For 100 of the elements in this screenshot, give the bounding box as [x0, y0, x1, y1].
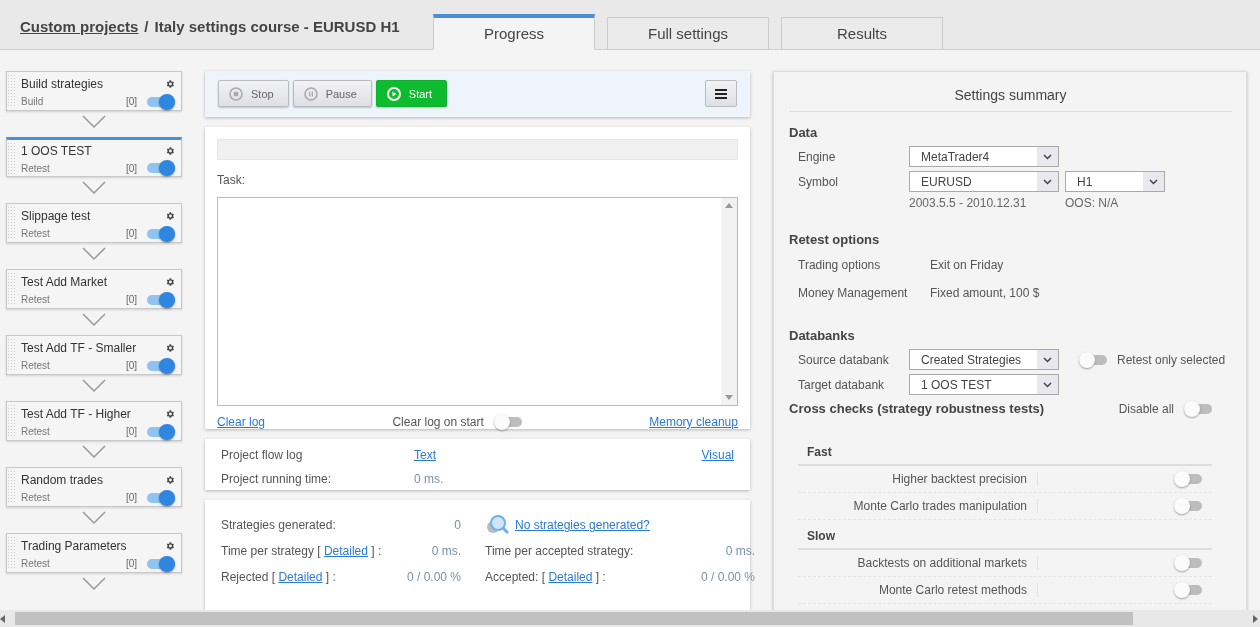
stat-label: Accepted: [ Detailed ] :	[485, 570, 606, 585]
visual-link[interactable]: Visual	[701, 447, 734, 467]
tab[interactable]: Progress	[433, 14, 595, 50]
settings-icon[interactable]	[165, 276, 175, 287]
task-count: [0]	[125, 162, 137, 174]
stat-value: 0 ms.	[725, 544, 755, 559]
task-count: [0]	[125, 558, 137, 570]
task-card[interactable]: Slippage test Retest [0]	[6, 203, 182, 243]
play-icon	[386, 86, 401, 101]
task-count: [0]	[125, 360, 137, 372]
scroll-down-icon[interactable]	[725, 394, 733, 400]
task-label: Task:	[217, 172, 246, 187]
task-name: Trading Parameters	[21, 538, 127, 553]
scroll-right-icon[interactable]	[1253, 614, 1258, 623]
settings-icon[interactable]	[165, 78, 175, 89]
detailed-link[interactable]: Detailed	[548, 570, 593, 585]
task-type: Retest	[21, 492, 50, 504]
scroll-left-icon[interactable]	[0, 614, 5, 623]
settings-icon[interactable]	[165, 146, 175, 157]
task-card[interactable]: Build strategies Build [0]	[6, 71, 182, 111]
memory-cleanup-link[interactable]: Memory cleanup	[649, 414, 738, 429]
toggle-switch[interactable]	[147, 228, 175, 239]
stat-label: Rejected [ Detailed ] :	[221, 570, 336, 585]
task-type: Retest	[21, 228, 50, 240]
toggle-switch[interactable]	[147, 96, 175, 107]
summary-title: Settings summary	[789, 72, 1232, 112]
target-databank-select[interactable]: 1 OOS TEST	[909, 374, 1059, 395]
caret-icon	[1037, 147, 1058, 166]
toggle-switch[interactable]	[147, 163, 175, 174]
tab[interactable]: Results	[781, 17, 943, 50]
clear-log-link[interactable]: Clear log	[217, 414, 266, 429]
task-card[interactable]: Trading Parameters Retest [0]	[6, 533, 182, 573]
task-card[interactable]: Random trades Retest [0]	[6, 467, 182, 507]
stat-value: 0 ms.	[431, 544, 461, 559]
toggle-switch[interactable]	[147, 360, 175, 371]
log-field[interactable]	[217, 196, 738, 406]
task-name: Test Add TF - Higher	[21, 406, 131, 421]
retest-only-label: Retest only selected	[1117, 352, 1226, 367]
engine-select[interactable]: MetaTrader4	[909, 146, 1059, 167]
toggle-switch[interactable]	[1174, 501, 1202, 511]
toggle-switch[interactable]	[1174, 474, 1202, 484]
check-label: Monte Carlo trades manipulation	[798, 499, 1038, 513]
running-time-value: 0 ms.	[414, 472, 444, 487]
toggle-switch[interactable]	[1174, 558, 1202, 568]
date-range: 2003.5.5 - 2010.12.31	[909, 196, 1028, 210]
timeframe-select[interactable]: H1	[1065, 171, 1165, 192]
toggle-switch[interactable]	[493, 416, 522, 427]
symbol-select[interactable]: EURUSD	[909, 171, 1059, 192]
task-card[interactable]: 1 OOS TEST Retest [0]	[6, 137, 182, 177]
project-title: Italy settings course - EURUSD H1	[154, 18, 400, 35]
detailed-link[interactable]: Detailed	[278, 570, 323, 585]
task-name: Build strategies	[21, 76, 104, 91]
toggle-switch[interactable]	[147, 294, 175, 305]
stop-icon	[229, 86, 243, 101]
stop-button[interactable]: Stop	[218, 80, 289, 108]
chevron-down-icon	[82, 577, 106, 591]
toggle-switch[interactable]	[147, 492, 175, 503]
detailed-link[interactable]: Detailed	[323, 544, 368, 559]
settings-icon[interactable]	[165, 540, 175, 551]
tab[interactable]: Full settings	[607, 17, 769, 50]
settings-icon[interactable]	[165, 408, 175, 419]
task-card[interactable]: Test Add TF - Higher Retest [0]	[6, 401, 182, 441]
stat-value: 0 / 0.00 %	[406, 570, 461, 585]
task-card[interactable]: Test Add TF - Smaller Retest [0]	[6, 335, 182, 375]
source-databank-label: Source databank	[798, 352, 890, 367]
toggle-switch[interactable]	[147, 426, 175, 437]
clear-log-on-start-label: Clear log on start	[392, 414, 484, 429]
toggle-switch[interactable]	[147, 558, 175, 569]
chevron-down-icon	[82, 445, 106, 459]
source-databank-select[interactable]: Created Strategies	[909, 349, 1059, 370]
stat-value: 0 / 0.00 %	[700, 570, 755, 585]
stat-label: Time per strategy [ Detailed ] :	[221, 544, 382, 559]
caret-icon	[1037, 375, 1058, 394]
chevron-down-icon	[82, 115, 106, 129]
task-name: Test Add Market	[21, 274, 108, 289]
task-card[interactable]: Test Add Market Retest [0]	[6, 269, 182, 309]
target-databank-label: Target databank	[798, 377, 886, 392]
menu-button[interactable]	[705, 80, 737, 108]
text-link[interactable]: Text	[414, 447, 436, 462]
breadcrumb-link[interactable]: Custom projects	[20, 18, 139, 35]
task-type: Retest	[21, 294, 50, 306]
stat-value: 0	[454, 518, 461, 533]
settings-icon[interactable]	[165, 474, 175, 485]
horizontal-scrollbar[interactable]	[0, 610, 1260, 627]
toggle-switch[interactable]	[1079, 354, 1107, 365]
toggle-switch[interactable]	[1174, 585, 1202, 595]
scroll-up-icon[interactable]	[725, 202, 733, 208]
option-value: Exit on Friday	[930, 258, 1005, 272]
stat-label: Strategies generated:	[221, 518, 336, 533]
toggle-switch[interactable]	[1184, 403, 1212, 414]
settings-icon[interactable]	[165, 210, 175, 221]
settings-icon[interactable]	[165, 342, 175, 353]
caret-icon	[1037, 350, 1058, 369]
section-heading: Cross checks (strategy robustness tests)	[789, 401, 1045, 416]
search-gear-icon	[485, 514, 509, 537]
task-type: Retest	[21, 426, 50, 438]
no-strategies-link[interactable]: No strategies generated?	[515, 518, 650, 533]
group-heading: Slow	[798, 520, 1212, 550]
section-heading: Retest options	[789, 232, 881, 247]
pause-button[interactable]: Pause	[292, 80, 372, 108]
